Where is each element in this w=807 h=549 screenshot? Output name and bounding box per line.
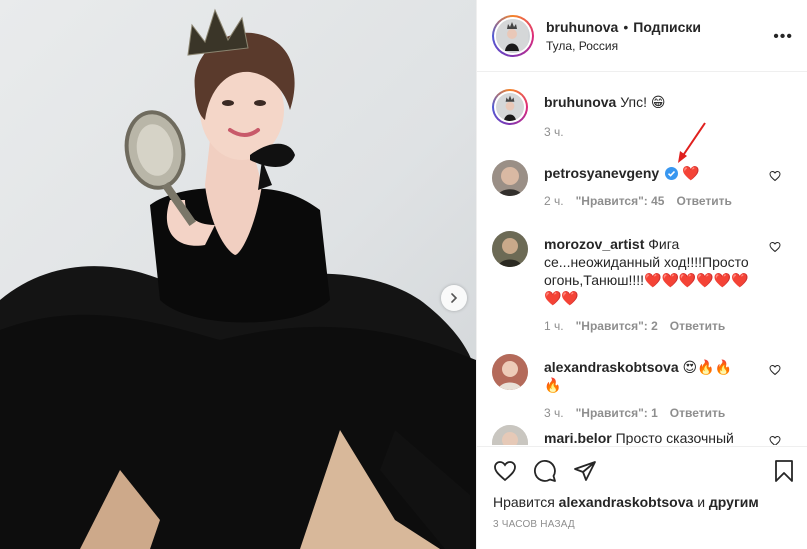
follow-status-button[interactable]: Подписки [633, 19, 701, 35]
post-location[interactable]: Тула, Россия [546, 39, 701, 53]
comment-likes[interactable]: "Нравится": 45 [576, 194, 665, 208]
avatar-image [492, 160, 528, 196]
comment-username[interactable]: mari.belor [544, 430, 612, 445]
heart-icon[interactable] [493, 459, 517, 483]
comment-time[interactable]: 3 ч. [544, 406, 564, 420]
post-actions [493, 459, 597, 483]
commenter-avatar[interactable] [492, 160, 528, 196]
heart-icon[interactable] [769, 241, 781, 253]
comment-item: morozov_artist Фига се...неожиданный ход… [492, 231, 793, 333]
comments-list[interactable]: bruhunova Упс! 😁 3 ч. petrosyanevgeny ❤️… [477, 73, 807, 445]
verified-icon [665, 167, 679, 180]
separator-dot: • [623, 18, 629, 35]
heart-icon[interactable] [769, 435, 781, 445]
caption: bruhunova Упс! 😁 3 ч. [492, 89, 793, 139]
author-username[interactable]: bruhunova [546, 19, 618, 35]
post-side-panel: bruhunova • Подписки Тула, Россия ••• br… [476, 0, 807, 549]
reply-button[interactable]: Ответить [670, 319, 725, 333]
heart-icon[interactable] [769, 364, 781, 376]
comment-text: Просто сказочный [615, 430, 734, 445]
photo-illustration [0, 8, 476, 549]
commenter-avatar[interactable] [492, 354, 528, 390]
comment-text: ❤️ [681, 165, 700, 181]
avatar-image [492, 231, 528, 267]
comment-item: alexandraskobtsova 😍🔥🔥🔥 3 ч. "Нравится":… [492, 354, 793, 420]
share-icon[interactable] [573, 459, 597, 483]
avatar-image [496, 18, 528, 51]
author-avatar[interactable] [492, 14, 534, 57]
comment-likes[interactable]: "Нравится": 2 [576, 319, 658, 333]
comment-time[interactable]: 2 ч. [544, 194, 564, 208]
commenter-avatar[interactable] [492, 231, 528, 267]
comment-item: petrosyanevgeny ❤️ 2 ч. "Нравится": 45 О… [492, 160, 793, 208]
caption-time[interactable]: 3 ч. [544, 125, 564, 139]
chevron-right-icon [451, 293, 458, 303]
avatar-image [492, 425, 528, 445]
likes-and: и [697, 494, 706, 510]
reply-button[interactable]: Ответить [676, 194, 731, 208]
comment-username[interactable]: petrosyanevgeny [544, 165, 659, 181]
instagram-post-modal: bruhunova • Подписки Тула, Россия ••• br… [0, 0, 807, 549]
post-timestamp[interactable]: 3 ЧАСОВ НАЗАД [493, 519, 575, 530]
likes-summary: Нравится alexandraskobtsova и другим [493, 494, 759, 510]
likes-user[interactable]: alexandraskobtsova [559, 494, 694, 510]
post-header: bruhunova • Подписки Тула, Россия ••• [477, 0, 807, 72]
comment-item: mari.belor Просто сказочный [492, 425, 793, 445]
caption-avatar[interactable] [492, 89, 528, 125]
next-photo-button[interactable] [441, 285, 467, 311]
comment-likes[interactable]: "Нравится": 1 [576, 406, 658, 420]
caption-text: Упс! 😁 [620, 94, 666, 110]
avatar-image [496, 93, 524, 121]
commenter-avatar[interactable] [492, 425, 528, 445]
bookmark-icon[interactable] [773, 459, 795, 483]
post-footer: Нравится alexandraskobtsova и другим 3 Ч… [477, 446, 807, 549]
comment-icon[interactable] [533, 459, 557, 483]
comment-username[interactable]: morozov_artist [544, 236, 644, 252]
comment-time[interactable]: 1 ч. [544, 319, 564, 333]
likes-prefix: Нравится [493, 494, 555, 510]
likes-others[interactable]: другим [709, 494, 759, 510]
reply-button[interactable]: Ответить [670, 406, 725, 420]
caption-username[interactable]: bruhunova [544, 94, 616, 110]
heart-icon[interactable] [769, 170, 781, 182]
comment-username[interactable]: alexandraskobtsova [544, 359, 679, 375]
avatar-image [492, 354, 528, 390]
more-options-button[interactable]: ••• [773, 28, 793, 46]
post-photo[interactable] [0, 0, 476, 549]
